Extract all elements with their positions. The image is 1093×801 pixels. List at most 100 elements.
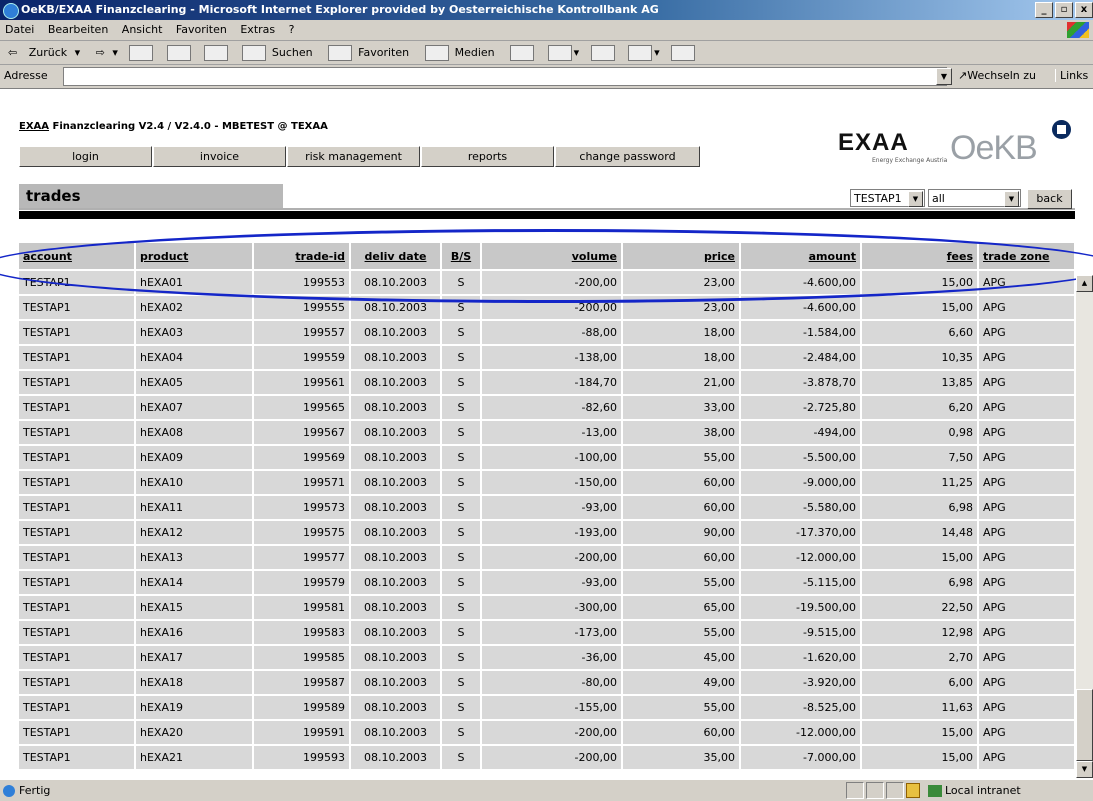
col-volume-header[interactable]: volume: [481, 243, 623, 270]
section-black-bar: [19, 211, 1075, 219]
cell-trade-id: 199569: [253, 444, 351, 470]
cell-account: TESTAP1: [19, 344, 136, 370]
trades-table-body: TESTAP1 hEXA01 199553 08.10.2003 S -200,00 23,…: [19, 269, 1076, 769]
scrollbar-thumb[interactable]: [1076, 689, 1093, 761]
menu-bearbeiten[interactable]: Bearbeiten: [43, 20, 113, 40]
stop-button[interactable]: [125, 41, 159, 64]
history-button[interactable]: [506, 41, 540, 64]
cell-deliv-date: 08.10.2003: [350, 394, 442, 420]
home-button[interactable]: [200, 41, 234, 64]
cell-trade-zone: APG: [978, 344, 1076, 370]
filter-select[interactable]: all ▼: [928, 189, 1021, 207]
table-header-row: account product trade-id deliv date B/S …: [19, 243, 1076, 270]
cell-bs: S: [441, 519, 482, 545]
intranet-icon: [928, 785, 942, 797]
cell-volume: -200,00: [481, 744, 623, 769]
page-status-icon: [3, 785, 15, 797]
maximize-button[interactable]: ▫: [1055, 2, 1073, 18]
cell-price: 65,00: [622, 594, 741, 620]
address-input[interactable]: [63, 67, 947, 86]
col-amount-header[interactable]: amount: [740, 243, 862, 270]
col-bs-header[interactable]: B/S: [441, 243, 482, 270]
cell-volume: -82,60: [481, 394, 623, 420]
window-title: OeKB/EXAA Finanzclearing - Microsoft Int…: [21, 3, 659, 16]
menu-favoriten[interactable]: Favoriten: [171, 20, 232, 40]
section-divider: [19, 208, 1075, 210]
exaa-logo: EXAA Energy Exchange Austria: [838, 129, 947, 169]
cell-volume: -93,00: [481, 569, 623, 595]
menu-help[interactable]: ?: [284, 20, 300, 40]
links-button[interactable]: Links: [1055, 69, 1088, 82]
back-nav-button[interactable]: ⇦ Zurück ▾: [0, 41, 84, 64]
cell-fees: 12,98: [861, 619, 979, 645]
nav-invoice-button[interactable]: invoice: [153, 146, 286, 167]
menu-datei[interactable]: Datei: [0, 20, 39, 40]
discuss-button[interactable]: [667, 41, 701, 64]
menu-ansicht[interactable]: Ansicht: [117, 20, 168, 40]
col-trade-id-header[interactable]: trade-id: [253, 243, 351, 270]
cell-trade-zone: APG: [978, 669, 1076, 695]
table-row: TESTAP1 hEXA14 199579 08.10.2003 S -93,00 55,0…: [19, 569, 1076, 595]
search-button[interactable]: Suchen: [238, 41, 321, 64]
mail-button[interactable]: ▾: [544, 41, 584, 64]
cell-amount: -9.000,00: [740, 469, 862, 495]
cell-amount: -17.370,00: [740, 519, 862, 545]
cell-product: hEXA05: [135, 369, 254, 395]
cell-product: hEXA13: [135, 544, 254, 570]
cell-fees: 6,60: [861, 319, 979, 345]
print-button[interactable]: [587, 41, 621, 64]
cell-volume: -150,00: [481, 469, 623, 495]
media-label: Medien: [454, 46, 495, 59]
cell-trade-id: 199567: [253, 419, 351, 445]
go-button[interactable]: ↗Wechseln zu: [958, 69, 1036, 82]
cell-deliv-date: 08.10.2003: [350, 669, 442, 695]
cell-bs: S: [441, 394, 482, 420]
table-row: TESTAP1 hEXA07 199565 08.10.2003 S -82,60 33,0…: [19, 394, 1076, 420]
scroll-up-icon[interactable]: ▲: [1076, 275, 1093, 292]
cell-bs: S: [441, 419, 482, 445]
refresh-button[interactable]: [163, 41, 197, 64]
cell-amount: -7.000,00: [740, 744, 862, 769]
cell-trade-zone: APG: [978, 519, 1076, 545]
cell-amount: -4.600,00: [740, 269, 862, 295]
favorites-button[interactable]: Favoriten: [324, 41, 417, 64]
cell-price: 18,00: [622, 319, 741, 345]
chevron-down-icon: ▼: [908, 191, 923, 207]
col-product-header[interactable]: product: [135, 243, 254, 270]
back-button[interactable]: back: [1027, 189, 1072, 209]
col-price-header[interactable]: price: [622, 243, 741, 270]
nav-risk-management-button[interactable]: risk management: [287, 146, 420, 167]
cell-account: TESTAP1: [19, 744, 136, 769]
edit-word-button[interactable]: ▾: [624, 41, 664, 64]
cell-bs: S: [441, 744, 482, 769]
cell-trade-zone: APG: [978, 494, 1076, 520]
nav-change-password-button[interactable]: change password: [555, 146, 700, 167]
cell-price: 33,00: [622, 394, 741, 420]
nav-login-button[interactable]: login: [19, 146, 152, 167]
cell-deliv-date: 08.10.2003: [350, 344, 442, 370]
cell-deliv-date: 08.10.2003: [350, 369, 442, 395]
cell-amount: -5.500,00: [740, 444, 862, 470]
forward-nav-button[interactable]: ⇨ ▾: [88, 41, 122, 64]
address-dropdown-icon[interactable]: ▼: [936, 68, 952, 85]
cell-account: TESTAP1: [19, 294, 136, 320]
cell-bs: S: [441, 319, 482, 345]
vertical-scrollbar[interactable]: ▲ ▼: [1076, 275, 1093, 778]
media-button[interactable]: Medien: [421, 41, 503, 64]
favorites-label: Favoriten: [358, 46, 410, 59]
account-select[interactable]: TESTAP1 ▼: [850, 189, 925, 207]
cell-volume: -100,00: [481, 444, 623, 470]
col-deliv-date-header[interactable]: deliv date: [350, 243, 442, 270]
cell-trade-id: 199591: [253, 719, 351, 745]
print-icon: [590, 45, 615, 61]
app-title-link[interactable]: EXAA: [19, 121, 49, 132]
menu-extras[interactable]: Extras: [235, 20, 280, 40]
nav-reports-button[interactable]: reports: [421, 146, 554, 167]
minimize-button[interactable]: _: [1035, 2, 1053, 18]
cell-trade-id: 199571: [253, 469, 351, 495]
close-button[interactable]: x: [1075, 2, 1093, 18]
scroll-down-icon[interactable]: ▼: [1076, 761, 1093, 778]
cell-product: hEXA04: [135, 344, 254, 370]
cell-deliv-date: 08.10.2003: [350, 469, 442, 495]
col-account-header[interactable]: account: [19, 243, 136, 270]
